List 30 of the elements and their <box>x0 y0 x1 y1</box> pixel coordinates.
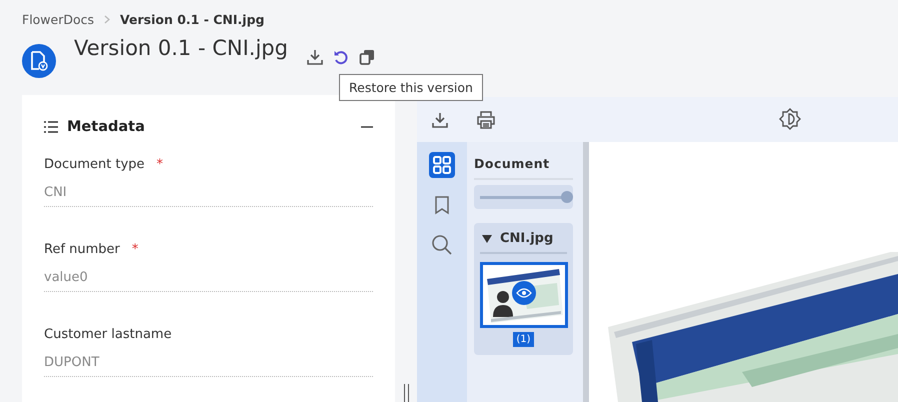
field-label: Ref number <box>44 242 120 256</box>
zoom-slider[interactable] <box>474 185 573 209</box>
chevron-icon <box>104 14 110 24</box>
copy-icon[interactable] <box>358 48 376 66</box>
contrast-icon[interactable] <box>779 108 801 130</box>
field-value[interactable]: value0 <box>44 270 373 292</box>
file-name[interactable]: CNI.jpg <box>500 231 554 246</box>
required-mark: * <box>156 156 164 172</box>
grid-icon[interactable] <box>429 152 455 178</box>
print-icon[interactable] <box>475 108 497 130</box>
document-icon <box>22 44 56 78</box>
eye-icon[interactable] <box>516 288 532 298</box>
list-icon <box>44 121 58 133</box>
tooltip: Restore this version <box>339 74 483 101</box>
page-title: Version 0.1 - CNI.jpg <box>74 36 288 60</box>
required-mark: * <box>132 242 138 256</box>
restore-icon[interactable] <box>332 48 350 66</box>
panel-title: Document <box>474 150 573 180</box>
field-value[interactable]: DUPONT <box>44 355 373 377</box>
field-label: Document type <box>44 156 145 172</box>
resize-handle[interactable] <box>404 384 408 402</box>
field-value[interactable]: CNI <box>44 185 373 207</box>
caret-down-icon[interactable] <box>482 234 492 242</box>
breadcrumb-item: Version 0.1 - CNI.jpg <box>120 12 264 26</box>
page-number[interactable]: (1) <box>513 332 534 347</box>
section-title: Metadata <box>67 119 146 135</box>
download-icon[interactable] <box>306 48 324 66</box>
breadcrumb-item[interactable]: FlowerDocs <box>22 12 94 26</box>
download-icon[interactable] <box>431 110 449 128</box>
field-label: Customer lastname <box>44 326 172 342</box>
